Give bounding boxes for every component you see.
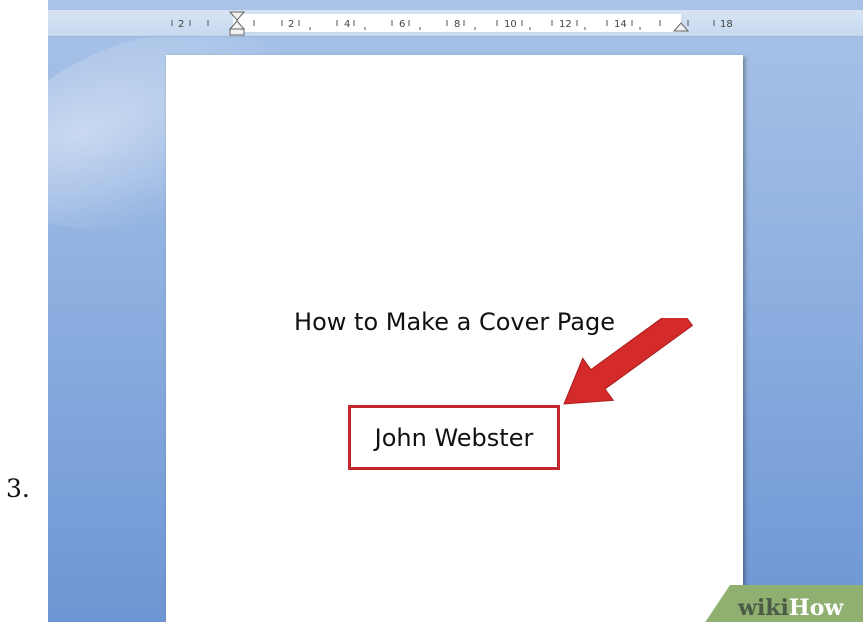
horizontal-ruler: 2 2 4 6 8 10 12 14 18 (48, 10, 863, 37)
ruler-label: 12 (559, 19, 572, 30)
wikihow-watermark: wikiHow (700, 585, 863, 622)
ruler-label: 14 (614, 19, 627, 30)
indent-marker[interactable] (228, 11, 246, 36)
ruler-label: 2 (178, 19, 184, 30)
step-number: 3. (6, 474, 30, 503)
ruler-label: 18 (720, 19, 733, 30)
red-arrow (563, 318, 694, 405)
tutorial-frame: 3. 2 2 4 6 8 10 12 14 18 How to Make a C… (0, 0, 863, 622)
ruler-label: 6 (399, 19, 405, 30)
ruler-tick-marks (171, 20, 715, 30)
right-indent-marker[interactable] (672, 22, 690, 32)
author-name[interactable]: John Webster (351, 424, 557, 452)
wikihow-logo-text: wikiHow (738, 595, 843, 621)
ruler-label: 4 (344, 19, 350, 30)
ruler-ticks: 2 2 4 6 8 10 12 14 18 (171, 11, 733, 36)
ruler-label: 10 (504, 19, 517, 30)
wikihow-logo-how: How (788, 595, 844, 621)
ruler-label: 8 (454, 19, 460, 30)
wikihow-logo-wiki: wiki (738, 595, 789, 621)
ruler-label: 2 (288, 19, 294, 30)
author-highlight-box: John Webster (348, 405, 560, 470)
word-screenshot: 2 2 4 6 8 10 12 14 18 How to Make a Cove… (48, 0, 863, 622)
